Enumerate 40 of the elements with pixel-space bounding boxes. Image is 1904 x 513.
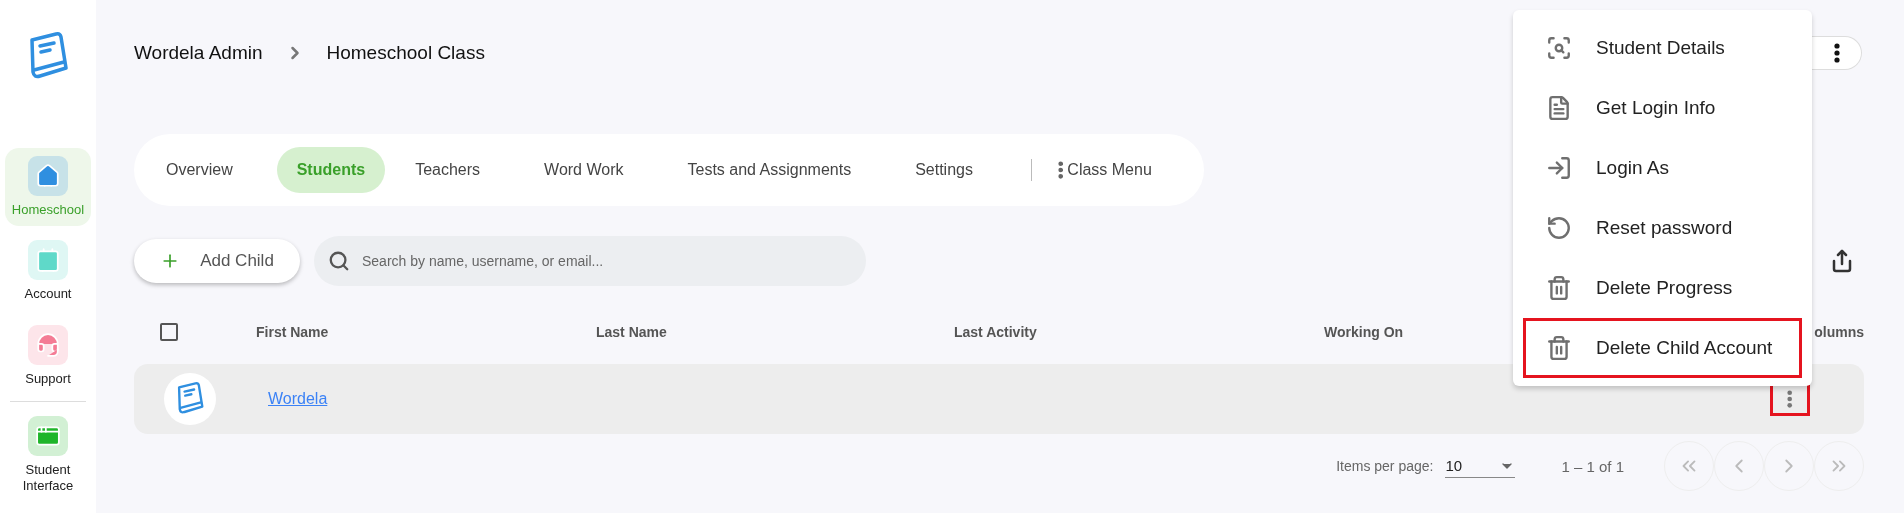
sidebar-item[interactable]: Account	[5, 232, 91, 311]
reset-icon	[1546, 215, 1572, 241]
sidebar-item[interactable]: Support	[5, 316, 91, 395]
login-icon	[1546, 155, 1572, 181]
column-header: First Name	[256, 324, 330, 340]
column-header: Last Name	[596, 324, 668, 340]
column-header: Last Activity	[954, 324, 1038, 340]
items-per-page-label: Items per page:	[1336, 458, 1434, 474]
sidebar-item[interactable]: Student Interface	[5, 407, 91, 503]
search-field[interactable]: Search by name, username, or email...	[314, 236, 866, 286]
page-size-select[interactable]: 10	[1445, 454, 1516, 478]
more-icon	[1787, 390, 1793, 408]
file-icon	[1546, 95, 1572, 121]
menu-item[interactable]: Get Login Info	[1523, 78, 1802, 138]
menu-item[interactable]: Delete Progress	[1523, 258, 1802, 318]
share-button[interactable]	[1830, 249, 1854, 273]
more-icon	[1833, 43, 1840, 63]
menu-item[interactable]: Delete Child Account	[1523, 318, 1802, 378]
menu-item[interactable]: Student Details	[1523, 18, 1802, 78]
tab[interactable]: Settings	[895, 147, 993, 193]
tab[interactable]: Word Work	[524, 147, 644, 193]
trash-icon	[1546, 275, 1572, 301]
more-button[interactable]	[1812, 36, 1862, 70]
class-menu-button[interactable]: Class Menu	[1049, 153, 1160, 187]
more-icon	[1057, 161, 1064, 179]
tab[interactable]: Teachers	[395, 147, 501, 193]
columns-button[interactable]: olumns	[1814, 324, 1864, 340]
page-range: 1 – 1 of 1	[1561, 457, 1624, 475]
add-child-button[interactable]: Add Child	[134, 239, 300, 283]
share-icon	[1830, 249, 1854, 273]
column-header: Working On	[1324, 324, 1405, 340]
checkbox[interactable]	[160, 323, 178, 341]
breadcrumb-link[interactable]: Wordela Admin	[134, 42, 263, 64]
tab[interactable]: Tests and Assignments	[667, 147, 872, 193]
menu-item[interactable]: Reset password	[1523, 198, 1802, 258]
tab[interactable]: Overview	[146, 147, 253, 193]
details-icon	[1546, 35, 1572, 61]
trash-icon	[1546, 335, 1572, 361]
breadcrumb-current: Homeschool Class	[326, 42, 485, 64]
menu-item[interactable]: Login As	[1523, 138, 1802, 198]
